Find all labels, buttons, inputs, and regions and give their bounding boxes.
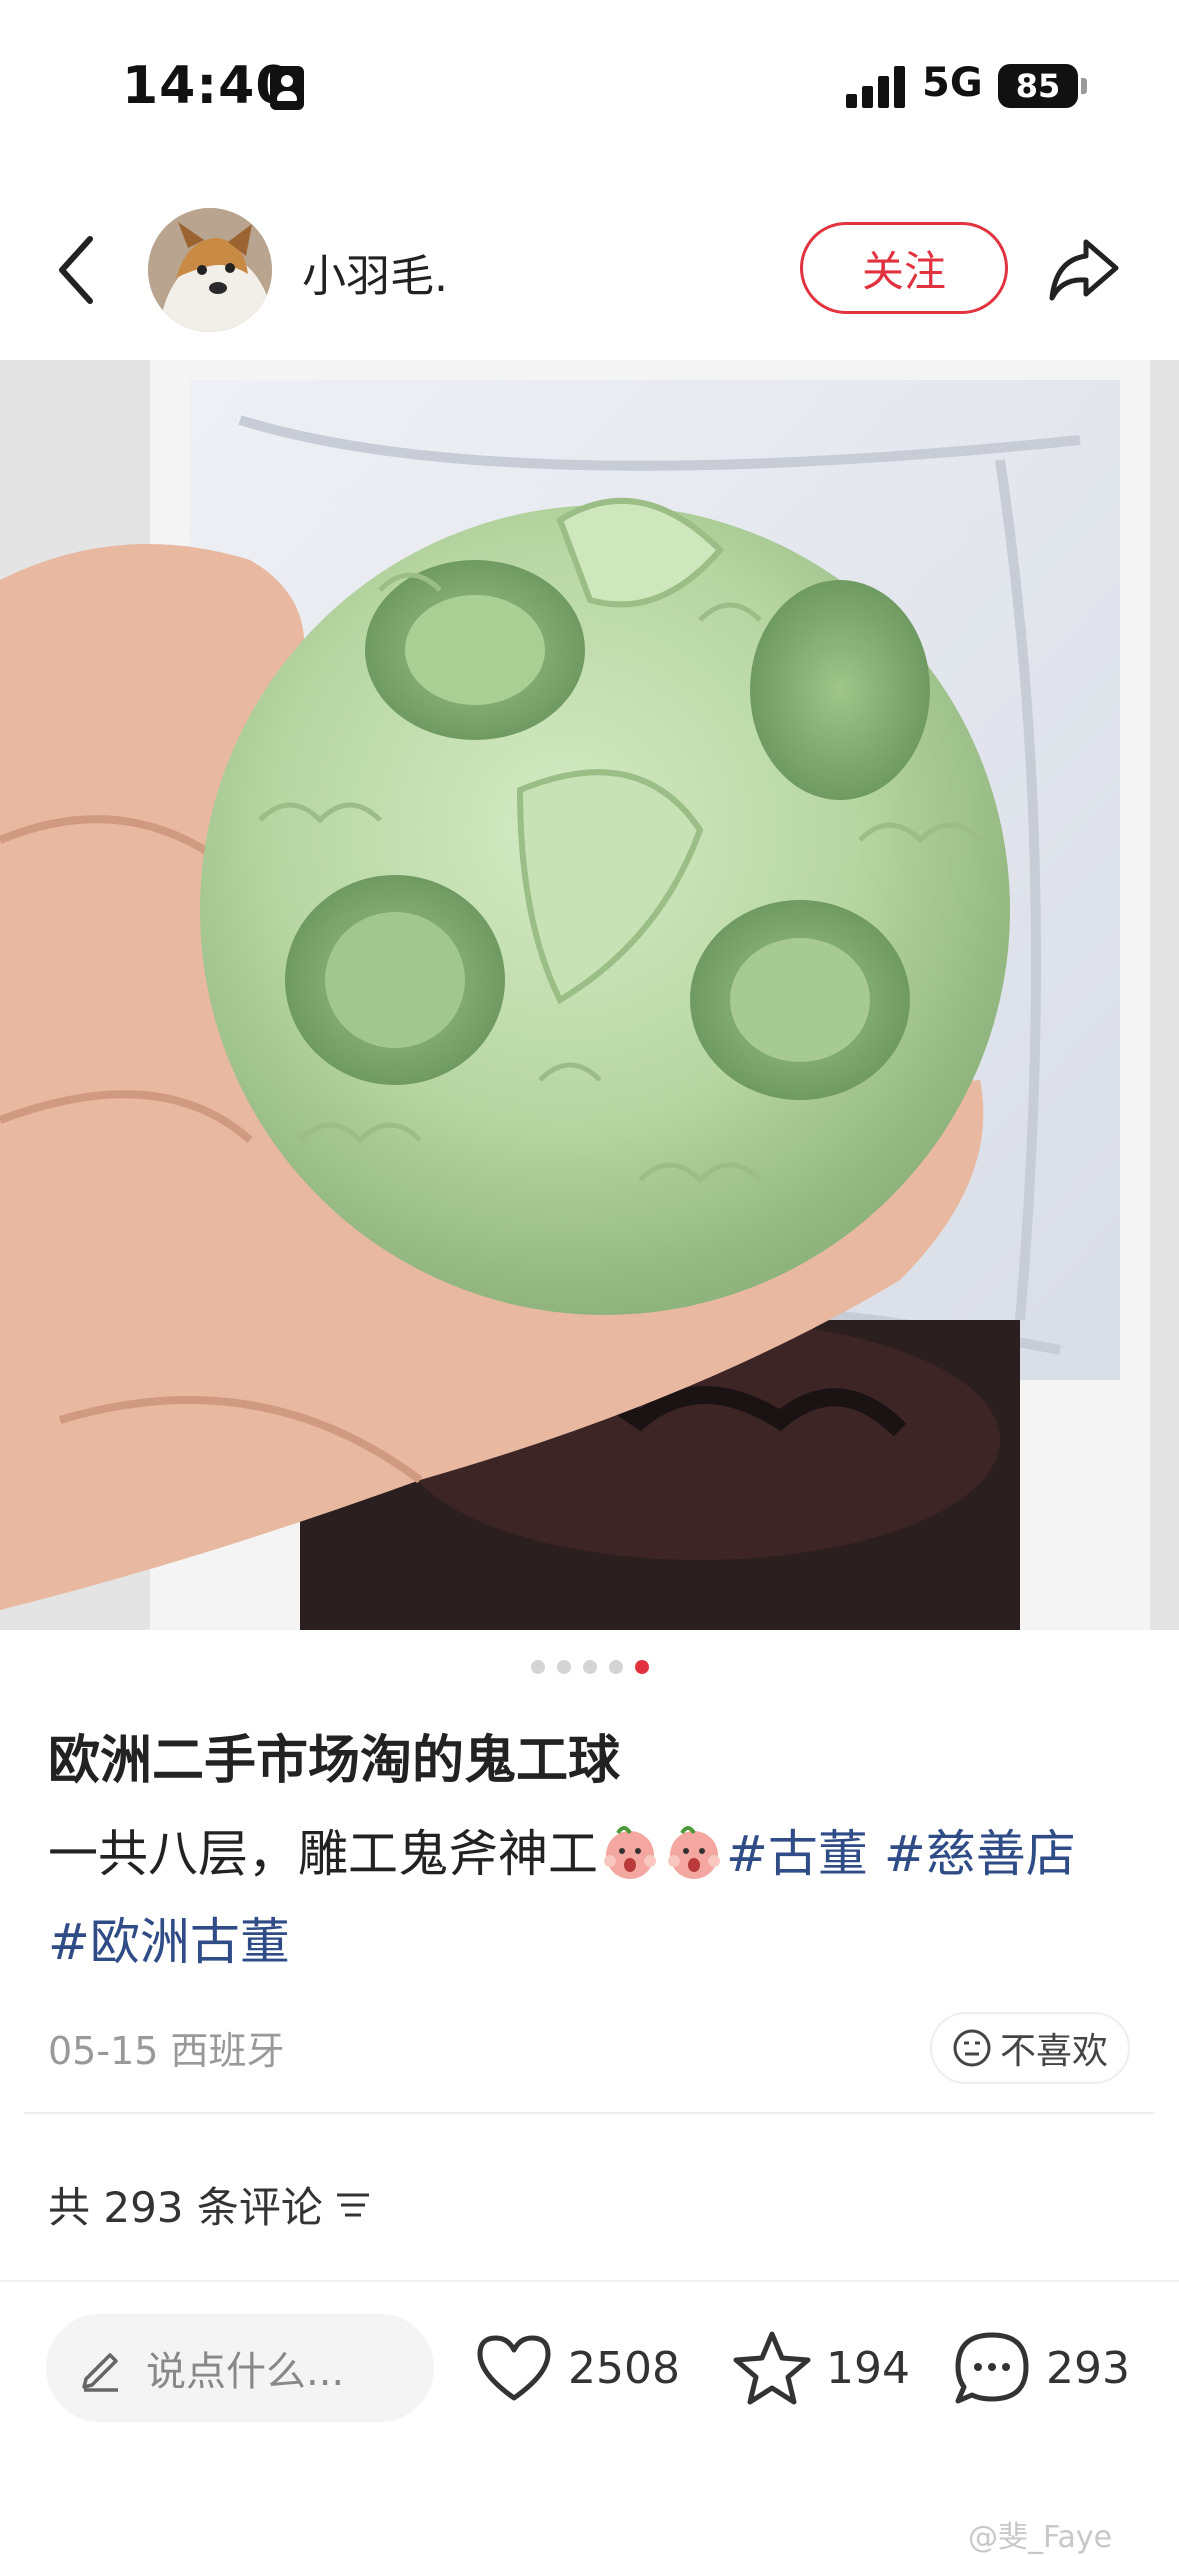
post-description: 一共八层，雕工鬼斧神工 #古董 #慈善店 #欧洲古董 (48, 1810, 1138, 1986)
pagination-dot (556, 1660, 571, 1674)
pagination-dot (530, 1660, 545, 1674)
comment-count: 293 (1046, 2342, 1130, 2394)
shocked-emoji-icon (668, 1826, 720, 1879)
comment-count-label: 共 293 条评论 (48, 2183, 323, 2232)
pagination-dot-active (634, 1660, 649, 1674)
shocked-emoji-icon (604, 1826, 656, 1879)
comment-button[interactable]: 293 (952, 2322, 1130, 2414)
share-icon[interactable] (1044, 230, 1124, 310)
avatar[interactable] (148, 208, 272, 332)
watermark: @斐_Faye (968, 2520, 1113, 2555)
back-icon[interactable] (46, 220, 106, 320)
dislike-label: 不喜欢 (999, 2031, 1108, 2072)
status-time: 14:40 (122, 56, 293, 116)
bottom-bar-border (0, 2280, 1179, 2282)
collect-button[interactable]: 194 (732, 2322, 910, 2414)
comment-icon (955, 2332, 1029, 2404)
post-title: 欧洲二手市场淘的鬼工球 (48, 1731, 621, 1791)
comment-input-placeholder: 说点什么... (146, 2349, 345, 2395)
dislike-button[interactable]: 不喜欢 (930, 2012, 1130, 2084)
desc-text: 一共八层，雕工鬼斧神工 (48, 1825, 598, 1883)
dislike-face-icon (953, 2029, 991, 2067)
follow-button[interactable]: 关注 (800, 222, 1008, 314)
star-icon (733, 2331, 811, 2405)
collect-count: 194 (826, 2342, 910, 2394)
pencil-icon (82, 2353, 118, 2392)
author-name[interactable]: 小羽毛. (302, 240, 448, 304)
battery-indicator: 85 (998, 64, 1078, 108)
pagination-dot (582, 1660, 597, 1674)
post-image[interactable] (0, 360, 1179, 1630)
signal-icon (846, 66, 906, 108)
status-bar: 14:40 5G 85 (0, 0, 1179, 170)
hashtag-link[interactable]: #慈善店 (884, 1825, 1076, 1883)
heart-icon (477, 2335, 551, 2401)
post-header: 小羽毛. 关注 (0, 190, 1179, 360)
divider (24, 2112, 1155, 2114)
image-pagination (0, 1660, 1179, 1678)
hashtag-link[interactable]: #古董 (726, 1825, 868, 1883)
sort-icon (336, 2193, 369, 2216)
hashtag-link[interactable]: #欧洲古董 (48, 1913, 290, 1971)
comment-count-sort[interactable]: 共 293 条评论 (48, 2174, 373, 2235)
like-count: 2508 (568, 2342, 680, 2394)
id-card-icon (270, 66, 304, 110)
like-button[interactable]: 2508 (474, 2322, 680, 2414)
post-date-location: 05-15 西班牙 (48, 2029, 285, 2073)
battery-cap (1081, 78, 1087, 94)
pagination-dot (608, 1660, 623, 1674)
comment-input[interactable]: 说点什么... (46, 2314, 434, 2422)
network-type: 5G (922, 60, 983, 106)
